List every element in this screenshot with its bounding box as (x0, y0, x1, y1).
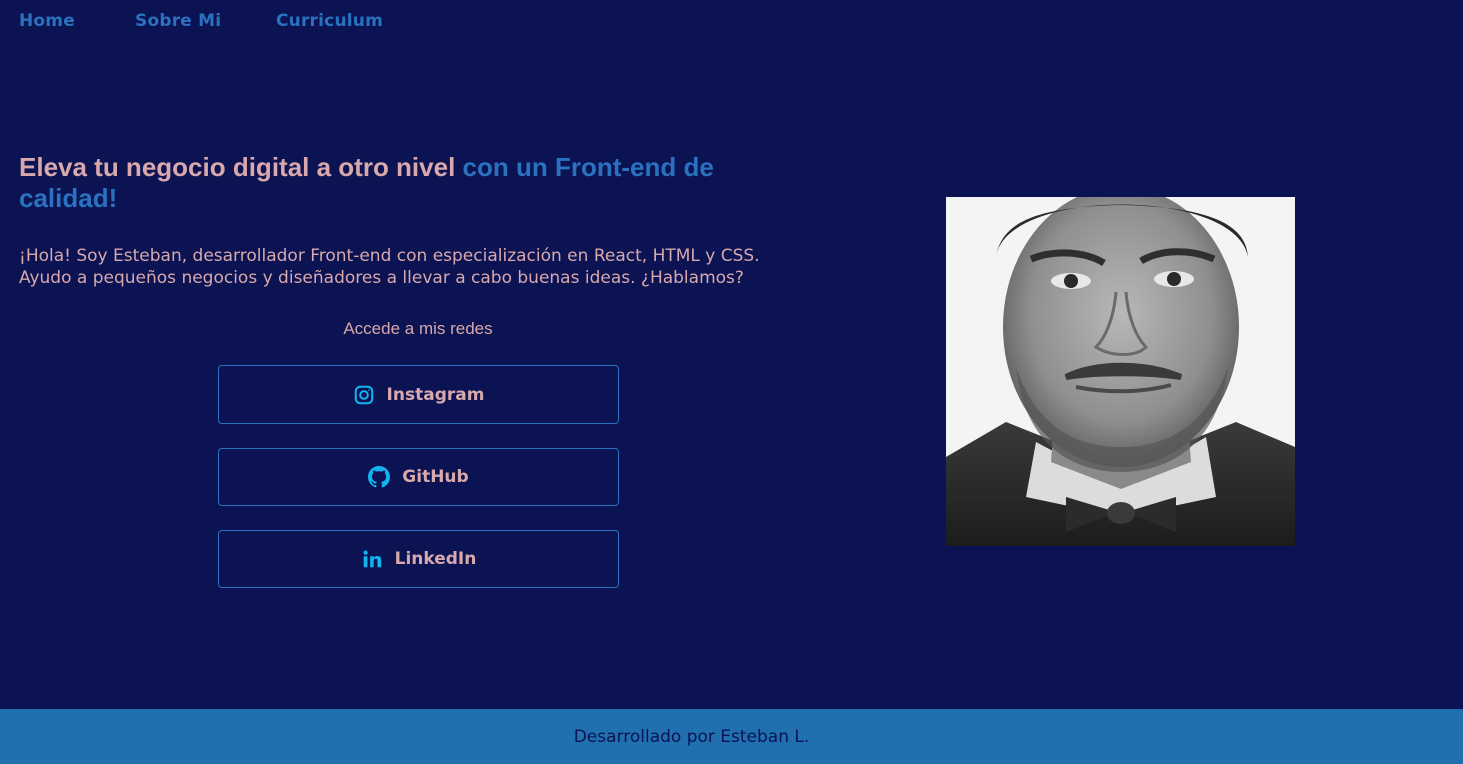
linkedin-label: LinkedIn (394, 549, 477, 569)
intro-line2: Ayudo a pequeños negocios y diseñadores … (19, 268, 744, 288)
nav-curriculum-link[interactable]: Curriculum (276, 11, 383, 31)
instagram-button[interactable]: Instagram (218, 365, 619, 424)
footer-credit: Desarrollado por Esteban L. (573, 726, 810, 747)
nav-sobre-mi-link[interactable]: Sobre Mi (135, 11, 221, 31)
nav-home-link[interactable]: Home (19, 11, 75, 31)
top-nav: Home Sobre Mi Curriculum (0, 0, 1463, 44)
portrait-photo (946, 197, 1295, 546)
github-label: GitHub (402, 467, 469, 487)
instagram-label: Instagram (386, 384, 485, 405)
intro-line1: ¡Hola! Soy Esteban, desarrollador Front-… (19, 246, 760, 266)
socials-title: Accede a mis redes (343, 319, 493, 338)
linkedin-icon (361, 548, 383, 570)
hero-headline: Eleva tu negocio digital a otro nivel co… (19, 152, 779, 214)
profile-photo (946, 197, 1295, 546)
github-icon (368, 466, 391, 488)
linkedin-button[interactable]: LinkedIn (218, 530, 619, 588)
hero-intro: ¡Hola! Soy Esteban, desarrollador Front-… (19, 245, 819, 289)
headline-part1: Eleva tu negocio digital a otro nivel (19, 152, 456, 182)
github-button[interactable]: GitHub (218, 448, 619, 506)
instagram-icon (353, 384, 375, 406)
page-footer: Desarrollado por Esteban L. (0, 709, 1463, 764)
